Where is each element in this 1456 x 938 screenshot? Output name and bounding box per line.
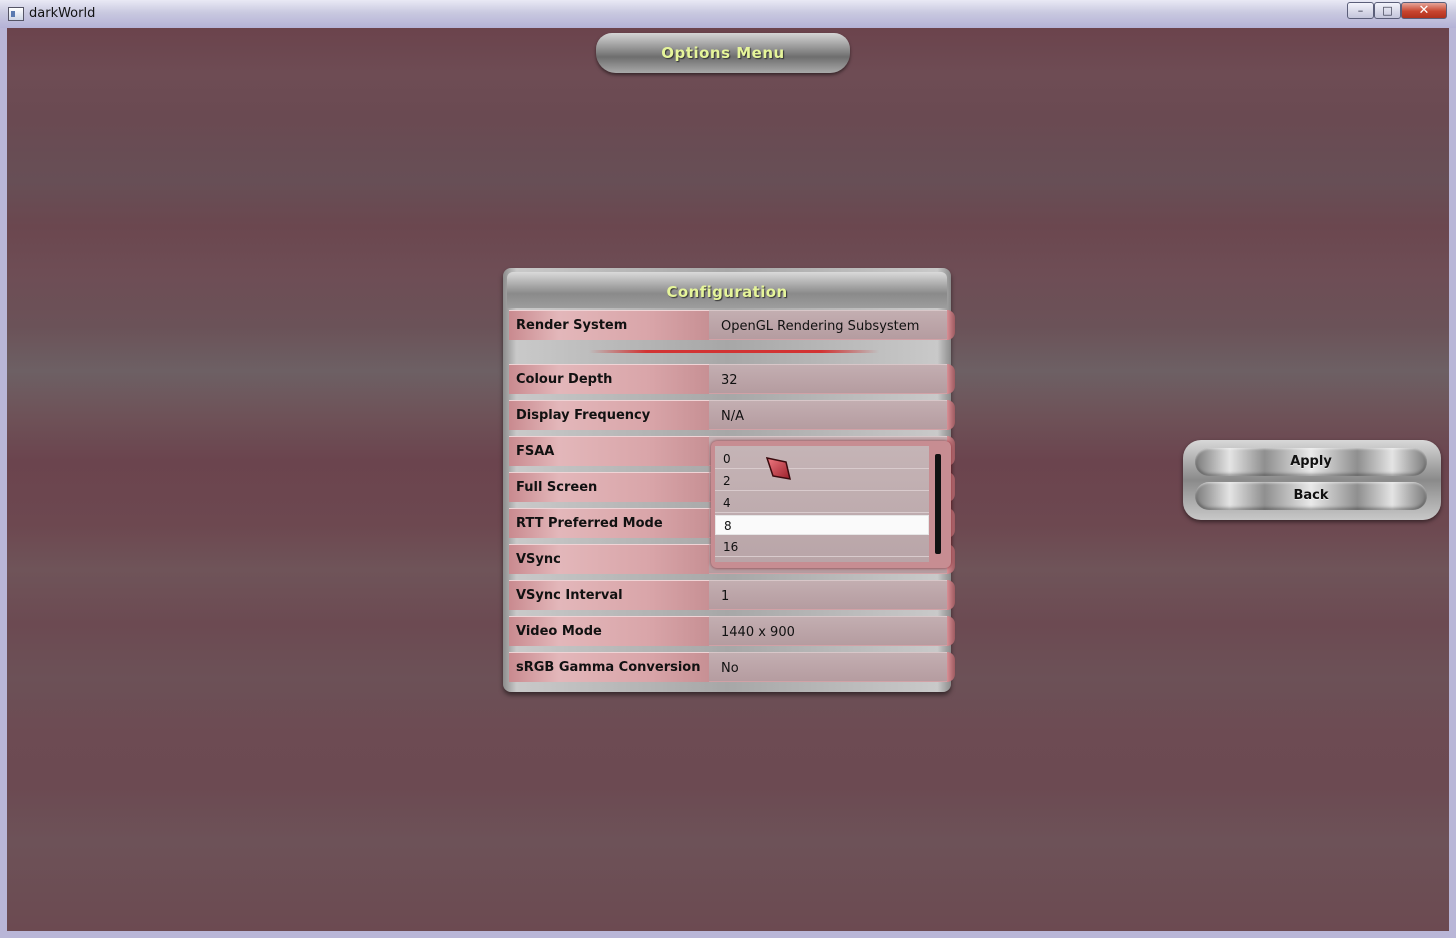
dropdown-option-4[interactable]: 4 xyxy=(715,493,929,513)
close-button[interactable]: ✕ xyxy=(1401,2,1447,19)
config-label: Video Mode xyxy=(509,616,709,646)
config-value-text: N/A xyxy=(721,409,744,424)
row-cap xyxy=(947,310,955,340)
fsaa-dropdown-list[interactable]: 0 2 4 8 16 xyxy=(711,441,951,568)
config-value-text: No xyxy=(721,661,739,676)
video-mode-value[interactable]: 1440 x 900 xyxy=(709,616,947,646)
dropdown-option-16[interactable]: 16 xyxy=(715,537,929,557)
apply-button-label: Apply xyxy=(1290,454,1332,469)
config-label: sRGB Gamma Conversion xyxy=(509,652,709,682)
config-value-text: 32 xyxy=(721,373,738,388)
row-cap xyxy=(947,580,955,610)
back-button[interactable]: Back xyxy=(1195,482,1427,510)
options-menu-header: Options Menu xyxy=(596,33,850,73)
config-row-render-system[interactable]: Render System OpenGL Rendering Subsystem xyxy=(509,310,955,340)
dropdown-options: 0 2 4 8 16 xyxy=(715,446,929,562)
config-row-vsync-interval[interactable]: VSync Interval 1 xyxy=(509,580,955,610)
config-label-text: Full Screen xyxy=(516,480,598,495)
separator-line xyxy=(589,350,879,353)
option-text: 0 xyxy=(723,452,731,466)
row-cap xyxy=(947,400,955,430)
config-label-text: Colour Depth xyxy=(516,372,613,387)
config-row-display-frequency[interactable]: Display Frequency N/A xyxy=(509,400,955,430)
config-label-text: Video Mode xyxy=(516,624,602,639)
dropdown-option-2[interactable]: 2 xyxy=(715,471,929,491)
game-viewport: Options Menu Configuration Render System… xyxy=(7,28,1449,931)
maximize-button[interactable]: □ xyxy=(1374,2,1401,19)
vsync-interval-value[interactable]: 1 xyxy=(709,580,947,610)
row-cap xyxy=(947,652,955,682)
config-value-text: 1 xyxy=(721,589,730,604)
config-value-text: OpenGL Rendering Subsystem xyxy=(721,319,920,334)
minimize-button[interactable]: – xyxy=(1347,2,1374,19)
config-label: Colour Depth xyxy=(509,364,709,394)
row-cap xyxy=(947,616,955,646)
config-label-text: VSync xyxy=(516,552,561,567)
config-label: VSync xyxy=(509,544,709,574)
display-frequency-value[interactable]: N/A xyxy=(709,400,947,430)
dropdown-option-0[interactable]: 0 xyxy=(715,449,929,469)
window-frame-right xyxy=(1449,28,1456,938)
config-label: Full Screen xyxy=(509,472,709,502)
window-title: darkWorld xyxy=(29,6,96,21)
window-frame-left xyxy=(0,28,7,938)
mouse-cursor-icon xyxy=(766,457,791,480)
back-button-label: Back xyxy=(1293,488,1329,503)
option-text: 2 xyxy=(723,474,731,488)
config-value-text: 1440 x 900 xyxy=(721,625,795,640)
config-label-text: Render System xyxy=(516,318,628,333)
configuration-title: Configuration xyxy=(666,283,788,301)
action-buttons-panel: Apply Back xyxy=(1183,440,1441,520)
config-row-colour-depth[interactable]: Colour Depth 32 xyxy=(509,364,955,394)
srgb-gamma-value[interactable]: No xyxy=(709,652,947,682)
window-frame-bottom xyxy=(0,931,1456,938)
config-label-text: VSync Interval xyxy=(516,588,623,603)
config-row-video-mode[interactable]: Video Mode 1440 x 900 xyxy=(509,616,955,646)
config-label-text: FSAA xyxy=(516,444,555,459)
config-label: FSAA xyxy=(509,436,709,466)
option-text: 8 xyxy=(724,519,732,533)
apply-button[interactable]: Apply xyxy=(1195,448,1427,476)
option-text: 4 xyxy=(723,496,731,510)
config-label-text: sRGB Gamma Conversion xyxy=(516,660,701,675)
window-titlebar[interactable]: darkWorld – □ ✕ xyxy=(0,0,1456,28)
config-label: RTT Preferred Mode xyxy=(509,508,709,538)
row-cap xyxy=(947,364,955,394)
config-label: Render System xyxy=(509,310,709,340)
config-row-srgb-gamma[interactable]: sRGB Gamma Conversion No xyxy=(509,652,955,682)
option-text: 16 xyxy=(723,540,739,554)
dropdown-scrollbar[interactable] xyxy=(935,454,941,554)
colour-depth-value[interactable]: 32 xyxy=(709,364,947,394)
config-label-text: Display Frequency xyxy=(516,408,651,423)
render-system-value[interactable]: OpenGL Rendering Subsystem xyxy=(709,310,947,340)
config-label: VSync Interval xyxy=(509,580,709,610)
app-window-icon xyxy=(8,7,24,21)
config-label: Display Frequency xyxy=(509,400,709,430)
options-menu-title: Options Menu xyxy=(661,44,785,62)
config-label-text: RTT Preferred Mode xyxy=(516,516,663,531)
dropdown-option-8-selected[interactable]: 8 xyxy=(715,515,929,535)
